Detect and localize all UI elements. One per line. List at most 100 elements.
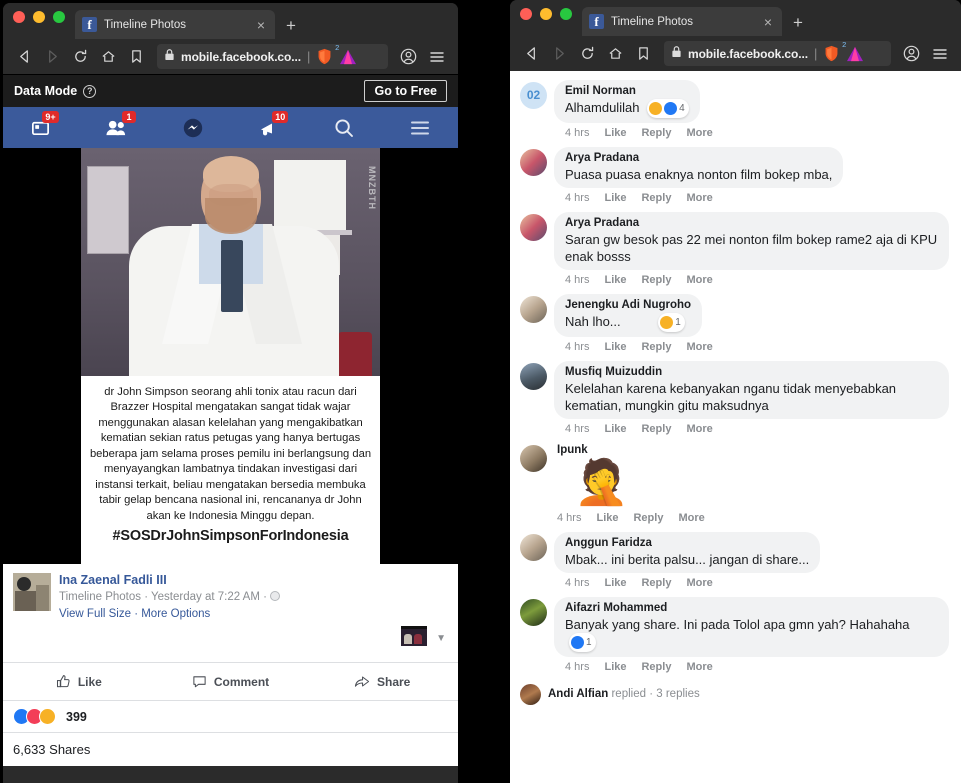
comment-author[interactable]: Musfiq Muizuddin <box>565 365 938 380</box>
comment-reply-link[interactable]: Reply <box>641 423 671 435</box>
close-window-button[interactable] <box>13 10 25 23</box>
comment-like-link[interactable]: Like <box>604 341 626 353</box>
share-button[interactable]: Share <box>306 674 458 689</box>
new-tab-icon[interactable]: + <box>286 17 296 34</box>
comment-item: Musfiq Muizuddin Kelelahan karena kebany… <box>510 358 961 435</box>
comment-reaction-chip[interactable]: 1 <box>658 313 685 332</box>
comment-like-link[interactable]: Like <box>604 127 626 139</box>
comment-reply-link[interactable]: Reply <box>641 274 671 286</box>
brave-shield-icon[interactable]: 2 <box>316 44 341 65</box>
avatar[interactable] <box>520 363 547 390</box>
reload-icon[interactable] <box>575 41 600 66</box>
post-photo[interactable]: MNZBTH dr John Simpson seorang ahli toni… <box>81 148 380 564</box>
like-button[interactable]: Like <box>3 674 155 689</box>
comment-more-link[interactable]: More <box>686 661 712 673</box>
go-to-free-button[interactable]: Go to Free <box>364 80 447 102</box>
brave-logo-icon[interactable] <box>846 46 864 62</box>
nav-notifications[interactable]: 10 <box>230 107 306 148</box>
close-tab-icon[interactable]: × <box>761 15 775 29</box>
bookmark-icon[interactable] <box>631 41 656 66</box>
comment-like-link[interactable]: Like <box>604 192 626 204</box>
hamburger-menu-icon[interactable] <box>927 41 952 66</box>
brave-shield-icon[interactable]: 2 <box>823 41 848 62</box>
hamburger-menu-icon[interactable] <box>424 44 449 69</box>
photo-tag-thumbnail[interactable] <box>401 626 427 646</box>
brave-logo-icon[interactable] <box>339 49 357 65</box>
comment-reply-link[interactable]: Reply <box>641 341 671 353</box>
comment-author[interactable]: Anggun Faridza <box>565 536 809 551</box>
comment-more-link[interactable]: More <box>686 423 712 435</box>
comment-like-link[interactable]: Like <box>604 661 626 673</box>
comment-reply-link[interactable]: Reply <box>633 512 663 524</box>
nav-messenger[interactable] <box>155 107 231 148</box>
post-options-links[interactable]: View Full Size · More Options <box>59 608 280 620</box>
profile-icon[interactable] <box>899 41 924 66</box>
comment-author[interactable]: Arya Pradana <box>565 151 832 166</box>
comment-like-link[interactable]: Like <box>604 274 626 286</box>
maximize-window-button[interactable] <box>53 10 65 23</box>
new-tab-icon[interactable]: + <box>793 14 803 31</box>
close-tab-icon[interactable]: × <box>254 18 268 32</box>
minimize-window-button[interactable] <box>540 7 552 20</box>
replies-summary[interactable]: Andi Alfian replied · 3 replies <box>510 678 961 711</box>
avatar[interactable] <box>520 214 547 241</box>
minimize-window-button[interactable] <box>33 10 45 23</box>
comment-reply-link[interactable]: Reply <box>641 127 671 139</box>
avatar[interactable] <box>520 445 547 472</box>
comment-author[interactable]: Emil Norman <box>565 84 689 99</box>
comment-more-link[interactable]: More <box>686 577 712 589</box>
reload-icon[interactable] <box>68 44 93 69</box>
browser-tab[interactable]: f Timeline Photos × <box>582 7 782 36</box>
comment-more-link[interactable]: More <box>686 127 712 139</box>
comment-like-link[interactable]: Like <box>604 423 626 435</box>
comment-reply-link[interactable]: Reply <box>641 577 671 589</box>
nav-main-menu[interactable] <box>382 107 458 148</box>
close-window-button[interactable] <box>520 7 532 20</box>
avatar[interactable] <box>520 149 547 176</box>
comment-bubble: Anggun Faridza Mbak... ini berita palsu.… <box>554 532 821 573</box>
comment-author[interactable]: Arya Pradana <box>565 216 938 231</box>
back-arrow-icon[interactable] <box>12 44 37 69</box>
comment-more-link[interactable]: More <box>686 341 712 353</box>
avatar[interactable]: 02 <box>520 82 547 109</box>
comment-author[interactable]: Aifazri Mohammed <box>565 601 938 616</box>
comment-more-link[interactable]: More <box>678 512 704 524</box>
comment-like-link[interactable]: Like <box>596 512 618 524</box>
comment-text: Mbak... ini berita palsu... jangan di sh… <box>565 552 810 567</box>
home-icon[interactable] <box>96 44 121 69</box>
post-author-name[interactable]: Ina Zaenal Fadli III <box>59 573 280 587</box>
avatar[interactable] <box>520 296 547 323</box>
comment-meta: 4 hrs Like Reply More <box>554 270 949 286</box>
nav-search[interactable] <box>306 107 382 148</box>
comment-reply-link[interactable]: Reply <box>641 192 671 204</box>
profile-icon[interactable] <box>396 44 421 69</box>
comment-author[interactable]: Ipunk <box>554 443 949 458</box>
nav-news-feed[interactable]: 9+ <box>3 107 79 148</box>
address-bar[interactable]: mobile.facebook.co... | 2 <box>157 44 388 69</box>
nav-friend-requests[interactable]: 1 <box>79 107 155 148</box>
chevron-down-icon[interactable]: ▼ <box>436 633 446 644</box>
maximize-window-button[interactable] <box>560 7 572 20</box>
avatar[interactable] <box>13 573 51 611</box>
window-controls-left[interactable] <box>13 3 65 39</box>
comment-more-link[interactable]: More <box>686 274 712 286</box>
avatar[interactable] <box>520 684 541 705</box>
comment-reaction-chip[interactable]: 1 <box>569 633 596 652</box>
home-icon[interactable] <box>603 41 628 66</box>
comment-like-link[interactable]: Like <box>604 577 626 589</box>
avatar[interactable] <box>520 599 547 626</box>
help-icon[interactable]: ? <box>83 84 97 98</box>
comment-button[interactable]: Comment <box>155 674 307 689</box>
comment-reaction-chip[interactable]: 4 <box>647 99 689 118</box>
avatar[interactable] <box>520 534 547 561</box>
reaction-summary[interactable]: 399 <box>3 700 458 732</box>
comment-more-link[interactable]: More <box>686 192 712 204</box>
comment-author[interactable]: Jenengku Adi Nugroho <box>565 298 691 313</box>
address-bar[interactable]: mobile.facebook.co... | 2 <box>664 41 891 66</box>
window-controls-right[interactable] <box>520 0 572 36</box>
bookmark-icon[interactable] <box>124 44 149 69</box>
shares-count[interactable]: 6,633 Shares <box>3 732 458 766</box>
back-arrow-icon[interactable] <box>519 41 544 66</box>
comment-reply-link[interactable]: Reply <box>641 661 671 673</box>
browser-tab[interactable]: f Timeline Photos × <box>75 10 275 39</box>
